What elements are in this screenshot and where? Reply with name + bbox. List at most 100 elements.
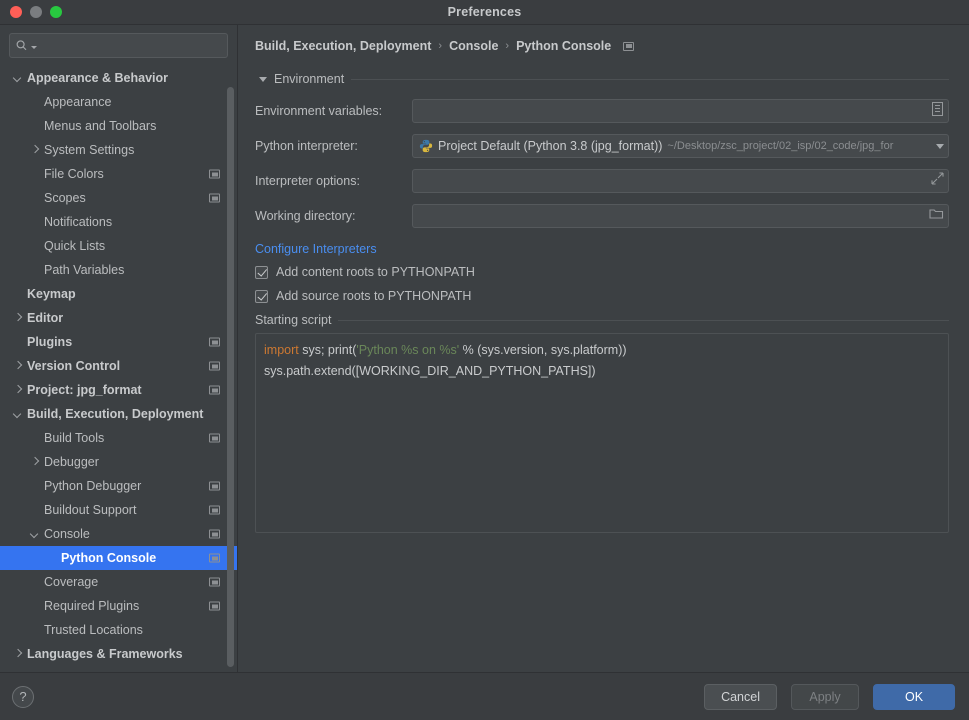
starting-script-editor[interactable]: import sys; print('Python %s on %s' % (s…	[255, 333, 949, 533]
tree-arrow-placeholder	[30, 97, 40, 107]
tree-arrow-placeholder	[30, 121, 40, 131]
working-directory-field[interactable]	[412, 204, 949, 228]
sidebar-item-appearance[interactable]: Appearance	[0, 90, 237, 114]
sidebar-item-build-tools[interactable]: Build Tools	[0, 426, 237, 450]
checkbox-content-roots[interactable]	[255, 265, 268, 279]
sidebar-item-label: Path Variables	[44, 263, 125, 277]
code-token: sys.path.extend([WORKING_DIR_AND_PYTHON_…	[264, 364, 596, 378]
tree-arrow-placeholder	[47, 553, 57, 563]
chevron-right-icon[interactable]	[13, 649, 23, 659]
search-box[interactable]	[9, 33, 228, 58]
chevron-right-icon[interactable]	[13, 313, 23, 323]
folder-icon[interactable]	[929, 207, 944, 225]
breadcrumb-part[interactable]: Python Console	[516, 39, 611, 53]
search-input[interactable]	[39, 38, 221, 53]
sidebar-item-label: Trusted Locations	[44, 623, 143, 637]
sidebar-item-trusted-locations[interactable]: Trusted Locations	[0, 618, 237, 642]
sidebar-item-project-jpg-format[interactable]: Project: jpg_format	[0, 378, 237, 402]
sidebar-item-console[interactable]: Console	[0, 522, 237, 546]
project-settings-icon	[209, 601, 220, 611]
sidebar-item-notifications[interactable]: Notifications	[0, 210, 237, 234]
sidebar-item-debugger[interactable]: Debugger	[0, 450, 237, 474]
maximize-window-button[interactable]	[50, 6, 62, 18]
collapse-triangle-icon[interactable]	[259, 76, 267, 82]
chevron-down-icon[interactable]	[30, 529, 40, 539]
interpreter-options-row: Interpreter options:	[255, 169, 949, 193]
list-editor-icon[interactable]	[931, 101, 944, 121]
sidebar-item-label: File Colors	[44, 167, 104, 181]
footer-button-group: Cancel Apply OK	[704, 683, 955, 710]
sidebar-item-file-colors[interactable]: File Colors	[0, 162, 237, 186]
interpreter-options-field[interactable]	[412, 169, 949, 193]
chevron-right-icon[interactable]	[30, 457, 40, 467]
cancel-button[interactable]: Cancel	[704, 683, 777, 710]
code-line: sys.path.extend([WORKING_DIR_AND_PYTHON_…	[264, 361, 940, 382]
code-token: % (sys.version, sys.platform))	[459, 343, 627, 357]
sidebar-item-languages-frameworks[interactable]: Languages & Frameworks	[0, 642, 237, 666]
chevron-right-icon[interactable]	[13, 361, 23, 371]
chevron-right-icon[interactable]	[30, 145, 40, 155]
help-button[interactable]: ?	[12, 685, 34, 708]
settings-sidebar: Appearance & Behavior Appearance Menus and…	[0, 25, 238, 672]
sidebar-item-scopes[interactable]: Scopes	[0, 186, 237, 210]
sidebar-item-system-settings[interactable]: System Settings	[0, 138, 237, 162]
checkbox-row[interactable]: Add source roots to PYTHONPATH	[255, 289, 949, 303]
code-token: 'Python %s on %s'	[356, 343, 460, 357]
apply-button: Apply	[791, 683, 859, 710]
settings-tree[interactable]: Appearance & Behavior Appearance Menus and…	[0, 64, 237, 672]
expand-icon[interactable]	[931, 172, 944, 190]
sidebar-item-required-plugins[interactable]: Required Plugins	[0, 594, 237, 618]
sidebar-item-label: Buildout Support	[44, 503, 137, 517]
tree-arrow-placeholder	[30, 577, 40, 587]
sidebar-item-plugins[interactable]: Plugins	[0, 330, 237, 354]
checkbox-label: Add content roots to PYTHONPATH	[276, 265, 475, 279]
minimize-window-button[interactable]	[30, 6, 42, 18]
environment-variables-row: Environment variables:	[255, 99, 949, 123]
starting-script-section-header: Starting script	[255, 313, 949, 327]
sidebar-item-label: Quick Lists	[44, 239, 106, 253]
checkbox-row[interactable]: Add content roots to PYTHONPATH	[255, 265, 949, 279]
breadcrumb-part[interactable]: Console	[449, 39, 498, 53]
configure-interpreters-link[interactable]: Configure Interpreters	[255, 242, 377, 256]
preferences-window: Preferences Appearance & Behavior Appeara…	[0, 0, 969, 720]
chevron-down-icon[interactable]	[13, 409, 23, 419]
tree-arrow-placeholder	[30, 481, 40, 491]
chevron-down-icon[interactable]	[13, 73, 23, 83]
search-filter-caret-icon[interactable]	[30, 46, 37, 49]
sidebar-item-label: Version Control	[27, 359, 121, 373]
sidebar-item-appearance-behavior[interactable]: Appearance & Behavior	[0, 66, 237, 90]
close-window-button[interactable]	[10, 6, 22, 18]
breadcrumb-part[interactable]: Build, Execution, Deployment	[255, 39, 431, 53]
sidebar-item-label: Scopes	[44, 191, 86, 205]
ok-button[interactable]: OK	[873, 683, 955, 710]
environment-section-header[interactable]: Environment	[255, 72, 949, 86]
project-settings-icon	[209, 577, 220, 587]
sidebar-item-menus-and-toolbars[interactable]: Menus and Toolbars	[0, 114, 237, 138]
sidebar-item-path-variables[interactable]: Path Variables	[0, 258, 237, 282]
checkbox-source-roots[interactable]	[255, 289, 268, 303]
sidebar-item-python-debugger[interactable]: Python Debugger	[0, 474, 237, 498]
sidebar-item-label: Appearance	[44, 95, 112, 109]
sidebar-item-tools[interactable]: Tools	[0, 666, 237, 672]
sidebar-item-label: Python Debugger	[44, 479, 142, 493]
sidebar-item-buildout-support[interactable]: Buildout Support	[0, 498, 237, 522]
code-line: import sys; print('Python %s on %s' % (s…	[264, 340, 940, 361]
chevron-right-icon[interactable]	[13, 385, 23, 395]
sidebar-item-editor[interactable]: Editor	[0, 306, 237, 330]
sidebar-item-label: Plugins	[27, 335, 73, 349]
tree-arrow-placeholder	[13, 289, 23, 299]
sidebar-item-keymap[interactable]: Keymap	[0, 282, 237, 306]
sidebar-item-quick-lists[interactable]: Quick Lists	[0, 234, 237, 258]
sidebar-item-label: Console	[44, 527, 90, 541]
sidebar-item-version-control[interactable]: Version Control	[0, 354, 237, 378]
sidebar-item-build-execution-deployment[interactable]: Build, Execution, Deployment	[0, 402, 237, 426]
working-directory-label: Working directory:	[255, 209, 356, 223]
python-interpreter-combobox[interactable]: Project Default (Python 3.8 (jpg_format)…	[412, 134, 949, 158]
chevron-down-icon[interactable]	[936, 143, 944, 149]
breadcrumb-separator: ›	[438, 40, 443, 52]
sidebar-item-coverage[interactable]: Coverage	[0, 570, 237, 594]
sidebar-item-python-console[interactable]: Python Console	[0, 546, 237, 570]
tree-arrow-placeholder	[30, 217, 40, 227]
sidebar-scrollbar-thumb[interactable]	[227, 87, 234, 667]
environment-variables-field[interactable]	[412, 99, 949, 123]
